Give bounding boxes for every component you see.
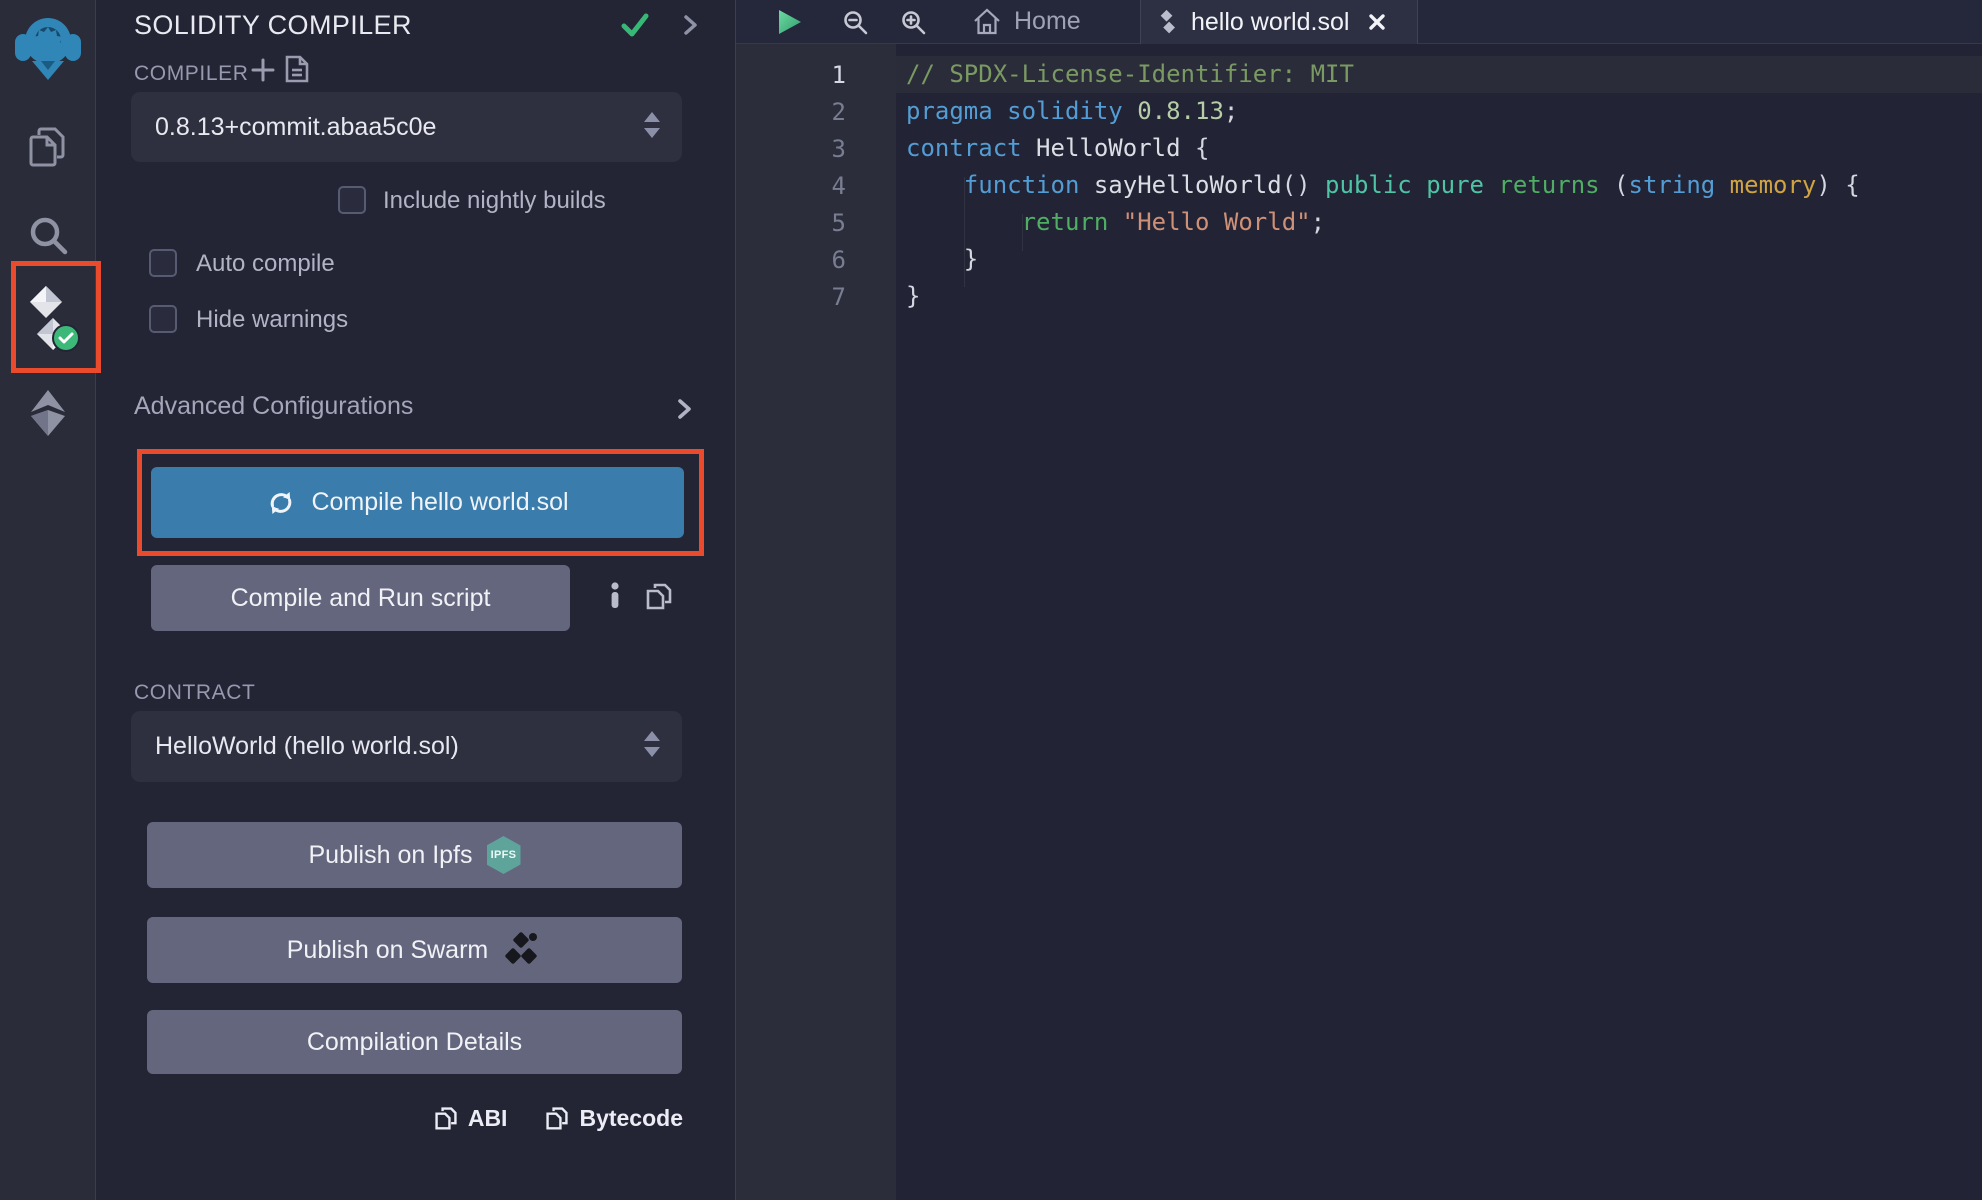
solidity-compiler-panel: SOLIDITY COMPILER COMPILER (96, 0, 736, 1200)
line-number: 6 (736, 246, 896, 274)
advanced-configurations-label[interactable]: Advanced Configurations (134, 392, 413, 421)
compiler-version-select[interactable]: 0.8.13+commit.abaa5c0e (131, 92, 682, 162)
deploy-run-icon[interactable] (25, 388, 71, 438)
line-number: 1 (736, 61, 896, 89)
contract-selected-value: HelloWorld (hello world.sol) (131, 732, 642, 761)
panel-collapse-chevron-icon[interactable] (678, 13, 702, 42)
compile-button-label: Compile hello world.sol (311, 488, 568, 517)
code-text: // SPDX-License-Identifier: MIT (896, 56, 1982, 93)
code-line-4[interactable]: 4 function sayHelloWorld() public pure r… (736, 167, 1982, 204)
compile-success-check-icon (620, 10, 650, 45)
copy-script-icon[interactable] (645, 581, 673, 616)
select-arrows-icon (642, 729, 682, 764)
bytecode-label: Bytecode (579, 1105, 683, 1132)
code-line-7[interactable]: 7} (736, 278, 1982, 315)
code-text: pragma solidity 0.8.13; (896, 93, 1982, 130)
contract-select[interactable]: HelloWorld (hello world.sol) (131, 711, 682, 782)
zoom-in-icon[interactable] (900, 9, 927, 41)
solidity-file-icon (1157, 9, 1179, 35)
home-tab-label: Home (1014, 7, 1081, 36)
select-arrows-icon (642, 110, 682, 145)
line-number: 4 (736, 172, 896, 200)
copy-icon (434, 1104, 458, 1132)
compiler-section-label: COMPILER (134, 62, 249, 86)
icon-bar (0, 0, 96, 1200)
code-lines: 1// SPDX-License-Identifier: MIT2pragma … (736, 44, 1982, 315)
add-compiler-icon[interactable] (249, 56, 277, 89)
ipfs-icon: IPFS (487, 836, 521, 874)
hide-warnings-checkbox[interactable] (149, 305, 177, 333)
publish-swarm-label: Publish on Swarm (287, 936, 488, 965)
copy-bytecode-button[interactable]: Bytecode (545, 1104, 683, 1132)
abi-label: ABI (468, 1105, 508, 1132)
copy-abi-button[interactable]: ABI (434, 1104, 508, 1132)
code-line-2[interactable]: 2pragma solidity 0.8.13; (736, 93, 1982, 130)
code-line-3[interactable]: 3contract HelloWorld { (736, 130, 1982, 167)
code-area[interactable]: 1// SPDX-License-Identifier: MIT2pragma … (736, 44, 1982, 1200)
remix-ide-screen: SOLIDITY COMPILER COMPILER (0, 0, 1982, 1200)
publish-swarm-button[interactable]: Publish on Swarm (147, 917, 682, 983)
tab-home[interactable]: Home (964, 0, 1089, 43)
file-explorer-icon[interactable] (24, 124, 72, 172)
auto-compile-label: Auto compile (196, 250, 335, 278)
home-icon (972, 7, 1002, 37)
code-text: } (896, 278, 1982, 315)
search-icon[interactable] (25, 212, 71, 258)
publish-ipfs-button[interactable]: Publish on Ipfs IPFS (147, 822, 682, 888)
publish-ipfs-label: Publish on Ipfs (309, 841, 473, 870)
hide-warnings-label: Hide warnings (196, 306, 348, 334)
code-line-1[interactable]: 1// SPDX-License-Identifier: MIT (736, 56, 1982, 93)
line-number: 3 (736, 135, 896, 163)
copy-icon (545, 1104, 569, 1132)
line-number: 7 (736, 283, 896, 311)
code-text: function sayHelloWorld() public pure ret… (896, 167, 1982, 204)
contract-section-label: CONTRACT (134, 681, 255, 705)
panel-title: SOLIDITY COMPILER (134, 10, 412, 41)
code-line-6[interactable]: 6 } (736, 241, 1982, 278)
compiler-config-file-icon[interactable] (284, 54, 310, 89)
swarm-icon (502, 930, 542, 970)
editor-pane: Home hello world.sol 1// SPDX-License-Id… (736, 0, 1982, 1200)
code-line-5[interactable]: 5 return "Hello World"; (736, 204, 1982, 241)
line-number: 2 (736, 98, 896, 126)
tab-hello-world-sol[interactable]: hello world.sol (1140, 0, 1418, 44)
include-nightly-label: Include nightly builds (383, 187, 606, 215)
solidity-compiler-icon[interactable] (20, 284, 80, 354)
auto-compile-checkbox[interactable] (149, 249, 177, 277)
compilation-details-button[interactable]: Compilation Details (147, 1010, 682, 1074)
advanced-configurations-chevron-icon[interactable] (671, 396, 697, 427)
info-icon[interactable] (604, 580, 626, 615)
run-script-play-icon[interactable] (774, 7, 804, 42)
compilation-details-label: Compilation Details (307, 1028, 522, 1057)
abi-bytecode-row: ABI Bytecode (434, 1104, 683, 1132)
editor-tab-bar: Home hello world.sol (736, 0, 1982, 44)
zoom-out-icon[interactable] (842, 9, 869, 41)
compile-button[interactable]: Compile hello world.sol (151, 467, 684, 538)
include-nightly-checkbox[interactable] (338, 186, 366, 214)
code-text: } (896, 241, 1982, 278)
remix-logo-icon[interactable] (13, 10, 83, 86)
compiler-version-value: 0.8.13+commit.abaa5c0e (131, 113, 642, 142)
compile-and-run-button[interactable]: Compile and Run script (151, 565, 570, 631)
line-number: 5 (736, 209, 896, 237)
refresh-icon (266, 488, 296, 518)
active-tab-label: hello world.sol (1191, 8, 1349, 37)
close-tab-icon[interactable] (1367, 12, 1387, 32)
code-text: return "Hello World"; (896, 204, 1982, 241)
code-text: contract HelloWorld { (896, 130, 1982, 167)
compile-and-run-label: Compile and Run script (231, 584, 491, 613)
